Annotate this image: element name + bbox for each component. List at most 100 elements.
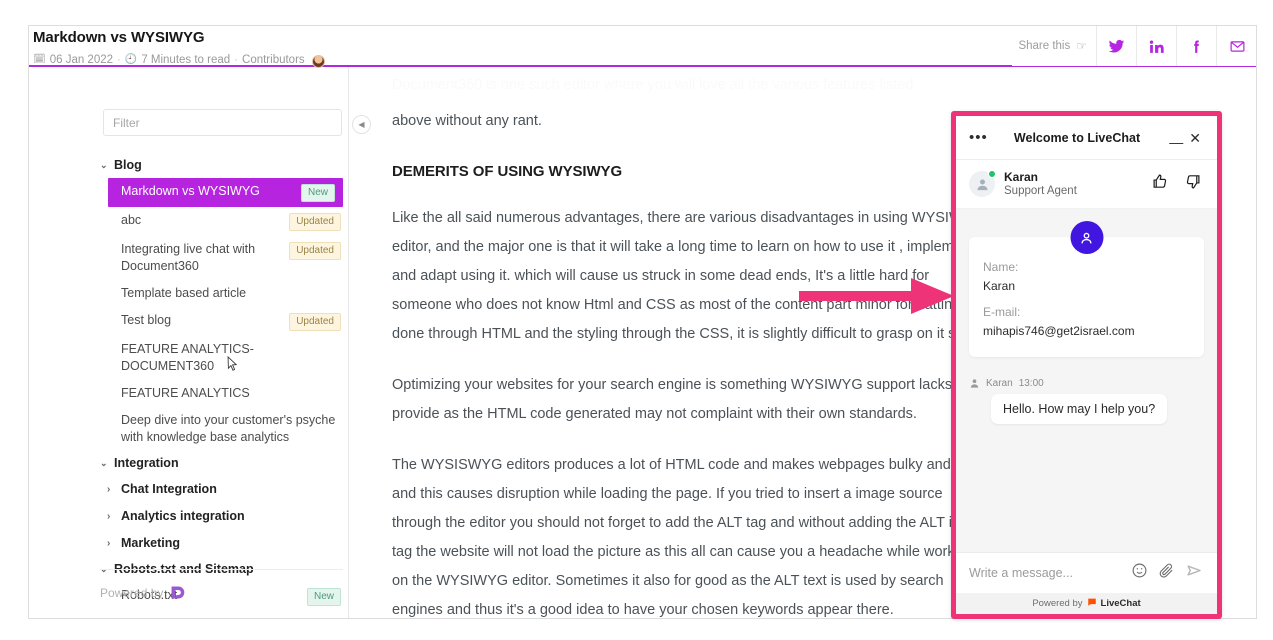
thumbs-down-icon bbox=[1186, 175, 1200, 189]
nav-item-label: Deep dive into your customer's psyche wi… bbox=[121, 413, 336, 444]
name-label: Name: bbox=[983, 260, 1019, 274]
nav-group-integration[interactable]: ⌄ Integration bbox=[74, 451, 349, 476]
nav-item-test-blog[interactable]: Test blog Updated bbox=[74, 307, 349, 336]
linkedin-icon bbox=[1149, 39, 1164, 53]
nav-item-analytics-integration[interactable]: › Analytics integration bbox=[74, 503, 349, 530]
nav-tree: ⌄ Blog Markdown vs WYSIWYG New abc Updat… bbox=[74, 153, 349, 611]
thumbs-up-icon bbox=[1153, 174, 1167, 188]
facebook-icon bbox=[1194, 39, 1199, 53]
nav-item-marketing[interactable]: › Marketing bbox=[74, 530, 349, 557]
message-bubble: Hello. How may I help you? bbox=[991, 394, 1168, 424]
nav-item-label: Markdown vs WYSIWYG bbox=[121, 184, 260, 198]
nav-group-blog[interactable]: ⌄ Blog bbox=[74, 153, 349, 178]
calendar-icon: 🗓 bbox=[33, 54, 46, 65]
nav-item-label: Integrating live chat with Document360 bbox=[121, 242, 256, 273]
email-label: E-mail: bbox=[983, 305, 1021, 319]
chevron-right-icon: › bbox=[107, 511, 111, 522]
name-value: Karan bbox=[983, 279, 1016, 293]
nav-item-label: Template based article bbox=[121, 286, 247, 300]
meta-separator: · bbox=[117, 53, 121, 66]
pointing-hand-icon: ☞ bbox=[1076, 39, 1087, 53]
meta-separator: · bbox=[234, 53, 239, 66]
agent-avatar bbox=[969, 170, 996, 197]
chat-minimize-button[interactable]: — bbox=[1166, 135, 1186, 149]
powered-by-label: Powered by bbox=[100, 585, 164, 600]
nav-item-feature-analytics-document360[interactable]: FEATURE ANALYTICS-DOCUMENT360 bbox=[74, 336, 349, 380]
agent-role: Support Agent bbox=[1004, 185, 1077, 197]
facebook-share-button[interactable] bbox=[1177, 26, 1217, 66]
clock-icon: 🕘 bbox=[124, 54, 138, 65]
chevron-left-icon: ◀ bbox=[358, 120, 365, 129]
nav-item-deep-dive-analytics[interactable]: Deep dive into your customer's psyche wi… bbox=[74, 407, 349, 451]
nav-item-integrating-live-chat[interactable]: Integrating live chat with Document360 U… bbox=[74, 236, 349, 280]
agent-name: Karan bbox=[1004, 170, 1039, 184]
chat-input-bar[interactable]: Write a message... bbox=[956, 552, 1217, 593]
paragraph-3: The WYSISWYG editors produces a lot of H… bbox=[392, 457, 989, 618]
prechat-info-card: Name: Karan E-mail: mihapis746@get2israe… bbox=[969, 221, 1204, 357]
chat-title: Welcome to LiveChat bbox=[1013, 130, 1141, 145]
chevron-down-icon: ⌄ bbox=[100, 160, 108, 170]
status-badge: Updated bbox=[289, 242, 341, 260]
chevron-right-icon: › bbox=[107, 538, 111, 549]
livechat-brand: LiveChat bbox=[1100, 598, 1141, 609]
livechat-widget: ••• Welcome to LiveChat — ✕ Karan Suppor… bbox=[956, 116, 1217, 614]
scrolled-text-faded: A clean knowledge base portal must have … bbox=[392, 77, 914, 93]
person-small-icon bbox=[970, 379, 979, 388]
chevron-right-icon: › bbox=[107, 484, 111, 495]
nav-item-abc[interactable]: abc Updated bbox=[74, 207, 349, 236]
user-badge-icon bbox=[1081, 232, 1092, 243]
nav-item-label: Marketing bbox=[121, 536, 181, 550]
envelope-icon bbox=[1230, 40, 1244, 52]
powered-by-label: Powered by bbox=[1032, 598, 1083, 609]
nav-item-feature-analytics[interactable]: FEATURE ANALYTICS bbox=[74, 380, 349, 407]
twitter-share-button[interactable] bbox=[1097, 26, 1137, 66]
livechat-icon bbox=[1087, 597, 1097, 610]
filter-input[interactable] bbox=[103, 109, 342, 136]
send-arrow-icon bbox=[1187, 565, 1201, 576]
nav-item-template-based-article[interactable]: Template based article bbox=[74, 280, 349, 307]
person-avatar-icon bbox=[977, 179, 987, 190]
sidebar-collapse-button[interactable]: ◀ bbox=[352, 115, 371, 134]
status-badge: Updated bbox=[289, 213, 341, 231]
thumbs-down-button[interactable] bbox=[1181, 173, 1204, 195]
page-title: Markdown vs WYSIWYG bbox=[33, 29, 205, 46]
more-options-icon[interactable]: ••• bbox=[969, 130, 988, 145]
publish-date: 06 Jan 2022 bbox=[49, 53, 114, 66]
chat-message-area: Name: Karan E-mail: mihapis746@get2israe… bbox=[956, 209, 1217, 552]
smiley-icon bbox=[1132, 563, 1147, 578]
thumbs-up-button[interactable] bbox=[1149, 173, 1172, 195]
online-status-dot bbox=[988, 170, 996, 178]
nav-item-chat-integration[interactable]: › Chat Integration bbox=[74, 476, 349, 503]
email-share-button[interactable] bbox=[1217, 26, 1256, 66]
message-input[interactable]: Write a message... bbox=[969, 566, 1121, 580]
nav-item-label: abc bbox=[121, 213, 142, 227]
share-label-text: Share this bbox=[1018, 40, 1071, 52]
message-sender: Karan bbox=[986, 378, 1013, 389]
nav-item-label: Analytics integration bbox=[121, 509, 245, 523]
nav-group-label: Blog bbox=[114, 158, 142, 172]
document360-logo bbox=[169, 584, 186, 601]
chat-message: Karan 13:00 Hello. How may I help you? bbox=[967, 378, 1206, 424]
read-time: 7 Minutes to read bbox=[141, 53, 231, 66]
agent-bar: Karan Support Agent bbox=[956, 160, 1217, 209]
share-this-label: Share this ☞ bbox=[1012, 26, 1097, 66]
emoji-button[interactable] bbox=[1131, 562, 1148, 584]
contributors-label: Contributors bbox=[242, 53, 305, 66]
article-header: Markdown vs WYSIWYG 🗓 06 Jan 2022 · 🕘 7 … bbox=[29, 26, 1256, 68]
paragraph-tail: above without any rant. bbox=[392, 113, 542, 129]
pink-arrow-annotation bbox=[799, 278, 954, 314]
nav-item-markdown-vs-wysiwyg[interactable]: Markdown vs WYSIWYG New bbox=[108, 178, 343, 207]
linkedin-share-button[interactable] bbox=[1137, 26, 1177, 66]
nav-item-label: Test blog bbox=[121, 313, 172, 327]
sidebar-navigation: ◀ ⌄ Blog Markdown vs WYSIWYG New abc Upd… bbox=[74, 67, 371, 618]
paragraph-2: Optimizing your websites for your search… bbox=[392, 377, 969, 422]
livechat-widget-highlight: ••• Welcome to LiveChat — ✕ Karan Suppor… bbox=[951, 111, 1222, 619]
user-badge bbox=[1070, 221, 1103, 254]
attach-button[interactable] bbox=[1158, 562, 1175, 584]
send-button[interactable] bbox=[1185, 561, 1204, 585]
chat-close-button[interactable]: ✕ bbox=[1186, 131, 1204, 145]
twitter-icon bbox=[1108, 39, 1125, 53]
livechat-bubble-icon bbox=[1087, 598, 1096, 606]
screen: ◀ ⌄ Blog Markdown vs WYSIWYG New abc Upd… bbox=[0, 0, 1273, 640]
avatar[interactable] bbox=[311, 55, 325, 68]
